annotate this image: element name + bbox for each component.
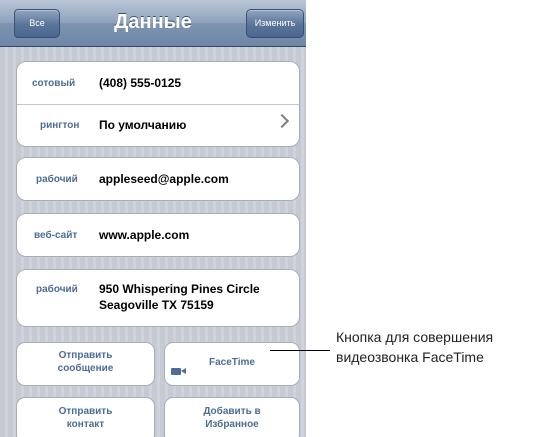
facetime-label: FaceTime [209,357,255,368]
share-contact-button[interactable]: Отправить контакт [16,397,155,437]
video-camera-icon [171,368,186,375]
ringtone-row[interactable]: рингтон По умолчанию [17,105,299,146]
facetime-button[interactable]: FaceTime [164,342,300,386]
phone-card: сотовый (408) 555-0125 рингтон По умолча… [16,61,300,147]
share-contact-label-2: контакт [66,419,105,430]
address-label: рабочий [36,284,78,295]
address-line-1: 950 Whispering Pines Circle [99,282,260,296]
callout-line-1: Кнопка для совершения [336,329,494,345]
callout-line-2: видеозвонка FaceTime [336,349,484,365]
navigation-bar: Все Данные Изменить [0,0,306,47]
website-card[interactable]: веб-сайт www.apple.com [16,213,300,257]
website-label: веб-сайт [34,230,78,241]
phone-label: сотовый [32,78,76,89]
share-contact-label-1: Отправить [58,406,113,417]
ringtone-value: По умолчанию [99,118,187,132]
callout-line [270,350,330,351]
address-line-2: Seagoville TX 75159 [99,298,214,312]
phone-row[interactable]: сотовый (408) 555-0125 [17,62,299,104]
edit-button[interactable]: Изменить [246,9,304,38]
chevron-right-icon [274,113,290,129]
address-card[interactable]: рабочий 950 Whispering Pines Circle Seag… [16,269,300,327]
add-favorites-label-1: Добавить в [203,406,261,417]
send-message-button[interactable]: Отправить сообщение [16,342,155,386]
email-label: рабочий [36,174,78,185]
website-value: www.apple.com [99,228,190,242]
email-card[interactable]: рабочий appleseed@apple.com [16,157,300,201]
facetime-callout: Кнопка для совершения видеозвонка FaceTi… [336,327,554,367]
send-message-label-1: Отправить [58,350,113,361]
contact-screen: Все Данные Изменить сотовый (408) 555-01… [0,0,306,437]
phone-value: (408) 555-0125 [99,76,182,90]
send-message-label-2: сообщение [57,363,114,374]
add-favorites-label-2: Избранное [205,419,259,430]
add-to-favorites-button[interactable]: Добавить в Избранное [164,397,300,437]
ringtone-label: рингтон [40,120,80,131]
email-value: appleseed@apple.com [99,172,229,186]
